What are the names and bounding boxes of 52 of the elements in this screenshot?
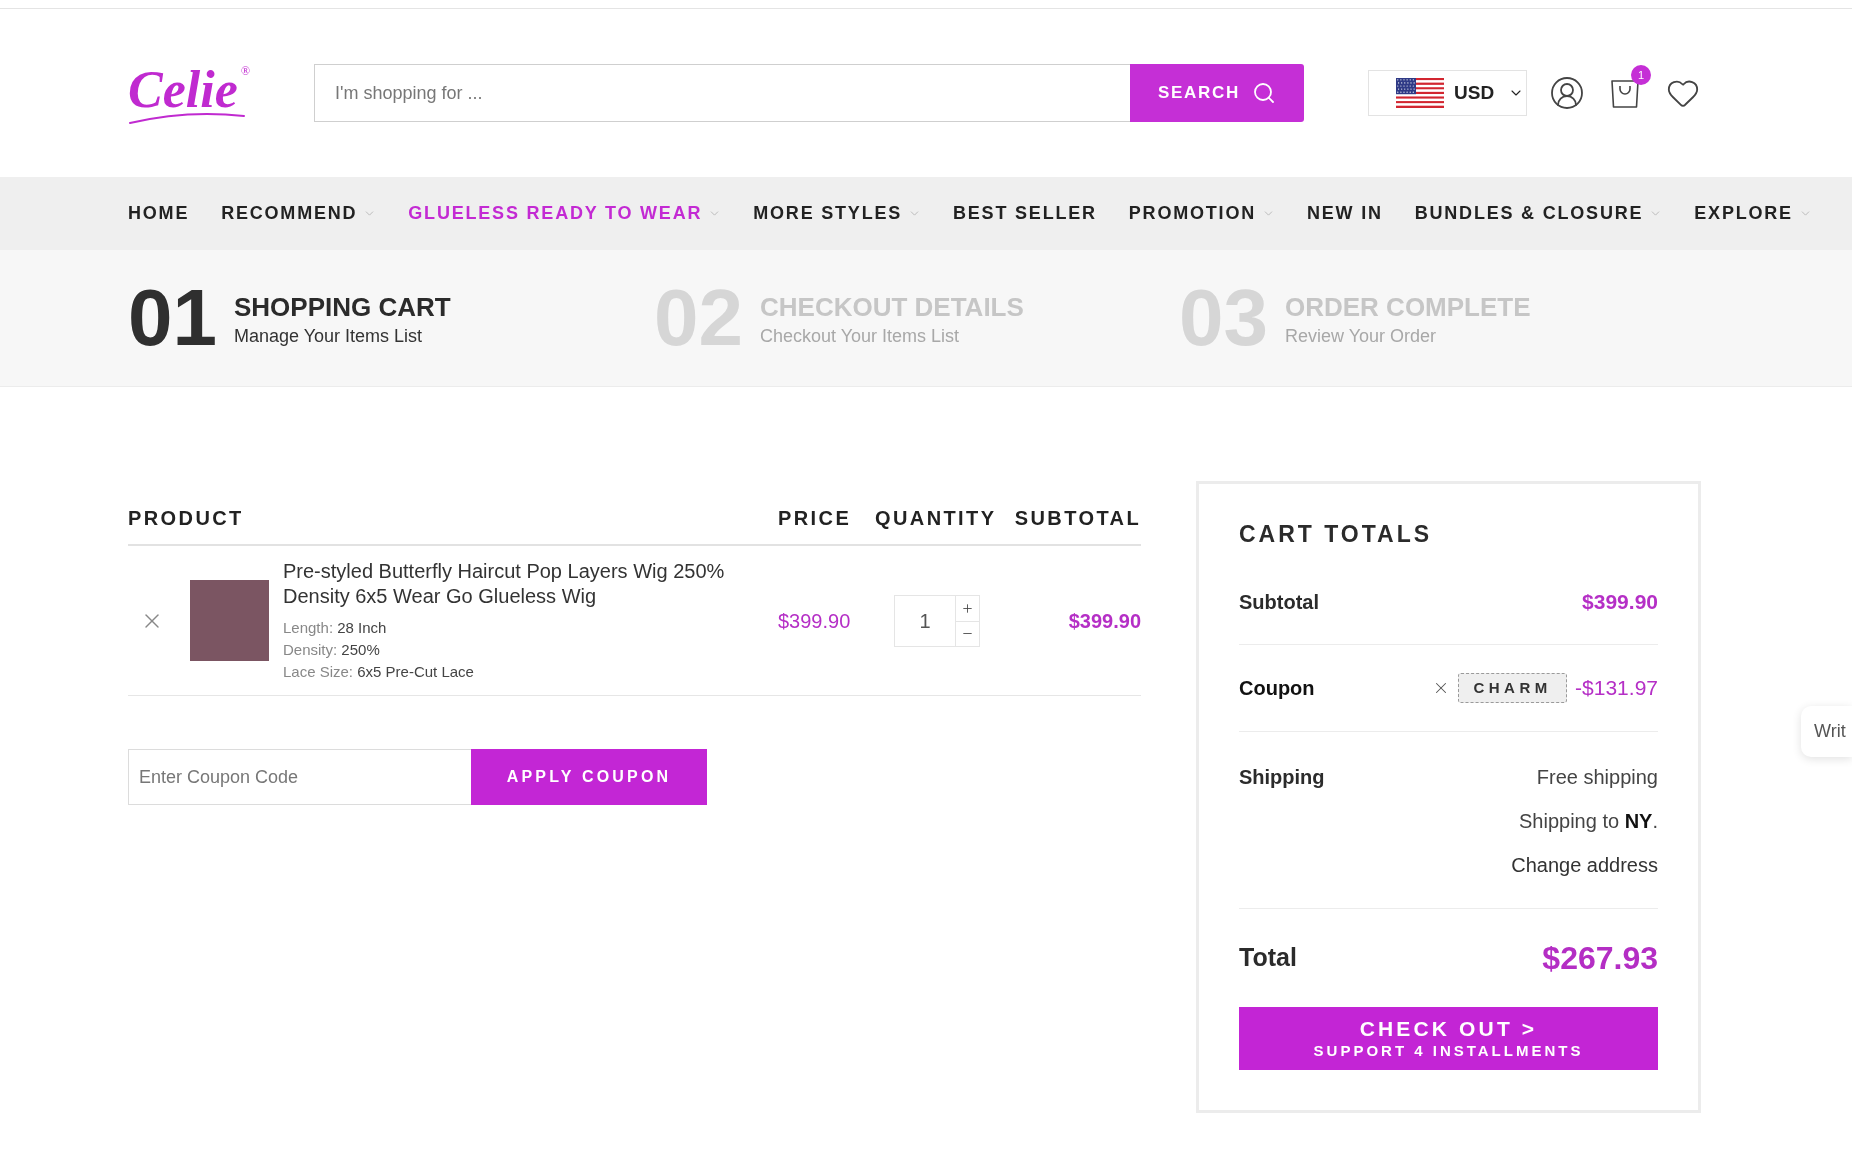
- subtotal-amount: $399.90: [1582, 588, 1658, 615]
- apply-coupon-button[interactable]: APPLY COUPON: [471, 749, 707, 805]
- checkout-button[interactable]: CHECK OUT > SUPPORT 4 INSTALLMENTS: [1239, 1007, 1658, 1070]
- cart-count-badge: 1: [1631, 65, 1651, 85]
- step-subtitle: Review Your Order: [1285, 325, 1438, 348]
- user-account-icon[interactable]: [1549, 75, 1585, 111]
- coupon-code-tag: CHARM: [1458, 673, 1568, 703]
- shipping-label: Shipping: [1239, 765, 1325, 790]
- search-field[interactable]: I'm shopping for ...: [314, 64, 1130, 122]
- product-option: Density: 250%: [283, 638, 763, 661]
- logo[interactable]: Celie®: [128, 61, 252, 125]
- step-number: 01: [128, 278, 217, 358]
- increase-quantity-button[interactable]: [956, 594, 980, 621]
- coupon-code-field[interactable]: Enter Coupon Code: [128, 749, 471, 805]
- step-title: SHOPPING CART: [234, 291, 451, 323]
- nav-link[interactable]: BUNDLES & CLOSURE: [1414, 200, 1663, 227]
- column-header: PRICE: [778, 506, 853, 530]
- discount-amount: -$131.97: [1575, 675, 1658, 702]
- total-label: Total: [1239, 942, 1297, 974]
- shopping-bag-icon[interactable]: [1609, 77, 1641, 109]
- column-header: SUBTOTAL: [1014, 506, 1141, 530]
- total-amount: $267.93: [1542, 939, 1658, 978]
- cart-totals-title: CART TOTALS: [1239, 521, 1434, 547]
- nav-link[interactable]: PROMOTION: [1128, 200, 1275, 227]
- us-flag-icon: [1396, 78, 1444, 108]
- plus-icon: [961, 601, 974, 615]
- nav-link[interactable]: BEST SELLER: [953, 200, 1097, 227]
- quantity-field[interactable]: 1: [894, 594, 956, 647]
- shipping-info-text: Free shipping: [1536, 765, 1658, 790]
- side-tab[interactable]: Writ: [1801, 706, 1852, 757]
- product-title[interactable]: Pre-styled Butterfly Haircut Pop Layers Wig 250% Density 6x5 Wear Go Glueless Wig: [283, 558, 763, 609]
- subtotal-label: Subtotal: [1239, 589, 1319, 615]
- shipping-info-text: Shipping to NY.: [1519, 809, 1658, 834]
- column-header: PRODUCT: [128, 506, 245, 530]
- change-address-link[interactable]: Change address: [1511, 843, 1658, 887]
- coupon-label: Coupon: [1239, 676, 1315, 701]
- step-subtitle: Checkout Your Items List: [760, 325, 961, 348]
- nav-link[interactable]: RECOMMEND: [221, 200, 377, 227]
- product-option: Lace Size: 6x5 Pre-Cut Lace: [283, 660, 763, 683]
- product-option: Length: 28 Inch: [283, 616, 763, 639]
- search-button[interactable]: SEARCH: [1130, 64, 1304, 122]
- item-subtotal: $399.90: [1068, 608, 1141, 634]
- nav-link[interactable]: EXPLORE: [1694, 200, 1812, 227]
- step-subtitle: Manage Your Items List: [234, 325, 424, 348]
- currency-selector[interactable]: USD: [1368, 70, 1527, 116]
- product-price: $399.90: [778, 608, 852, 634]
- nav-link[interactable]: HOME: [128, 200, 190, 227]
- column-header: QUANTITY: [875, 506, 998, 530]
- nav-link[interactable]: NEW IN: [1306, 200, 1383, 227]
- nav-link[interactable]: MORE STYLES: [753, 200, 922, 227]
- nav-link[interactable]: GLUELESS READY TO WEAR: [408, 200, 722, 227]
- search-icon: [1252, 81, 1276, 105]
